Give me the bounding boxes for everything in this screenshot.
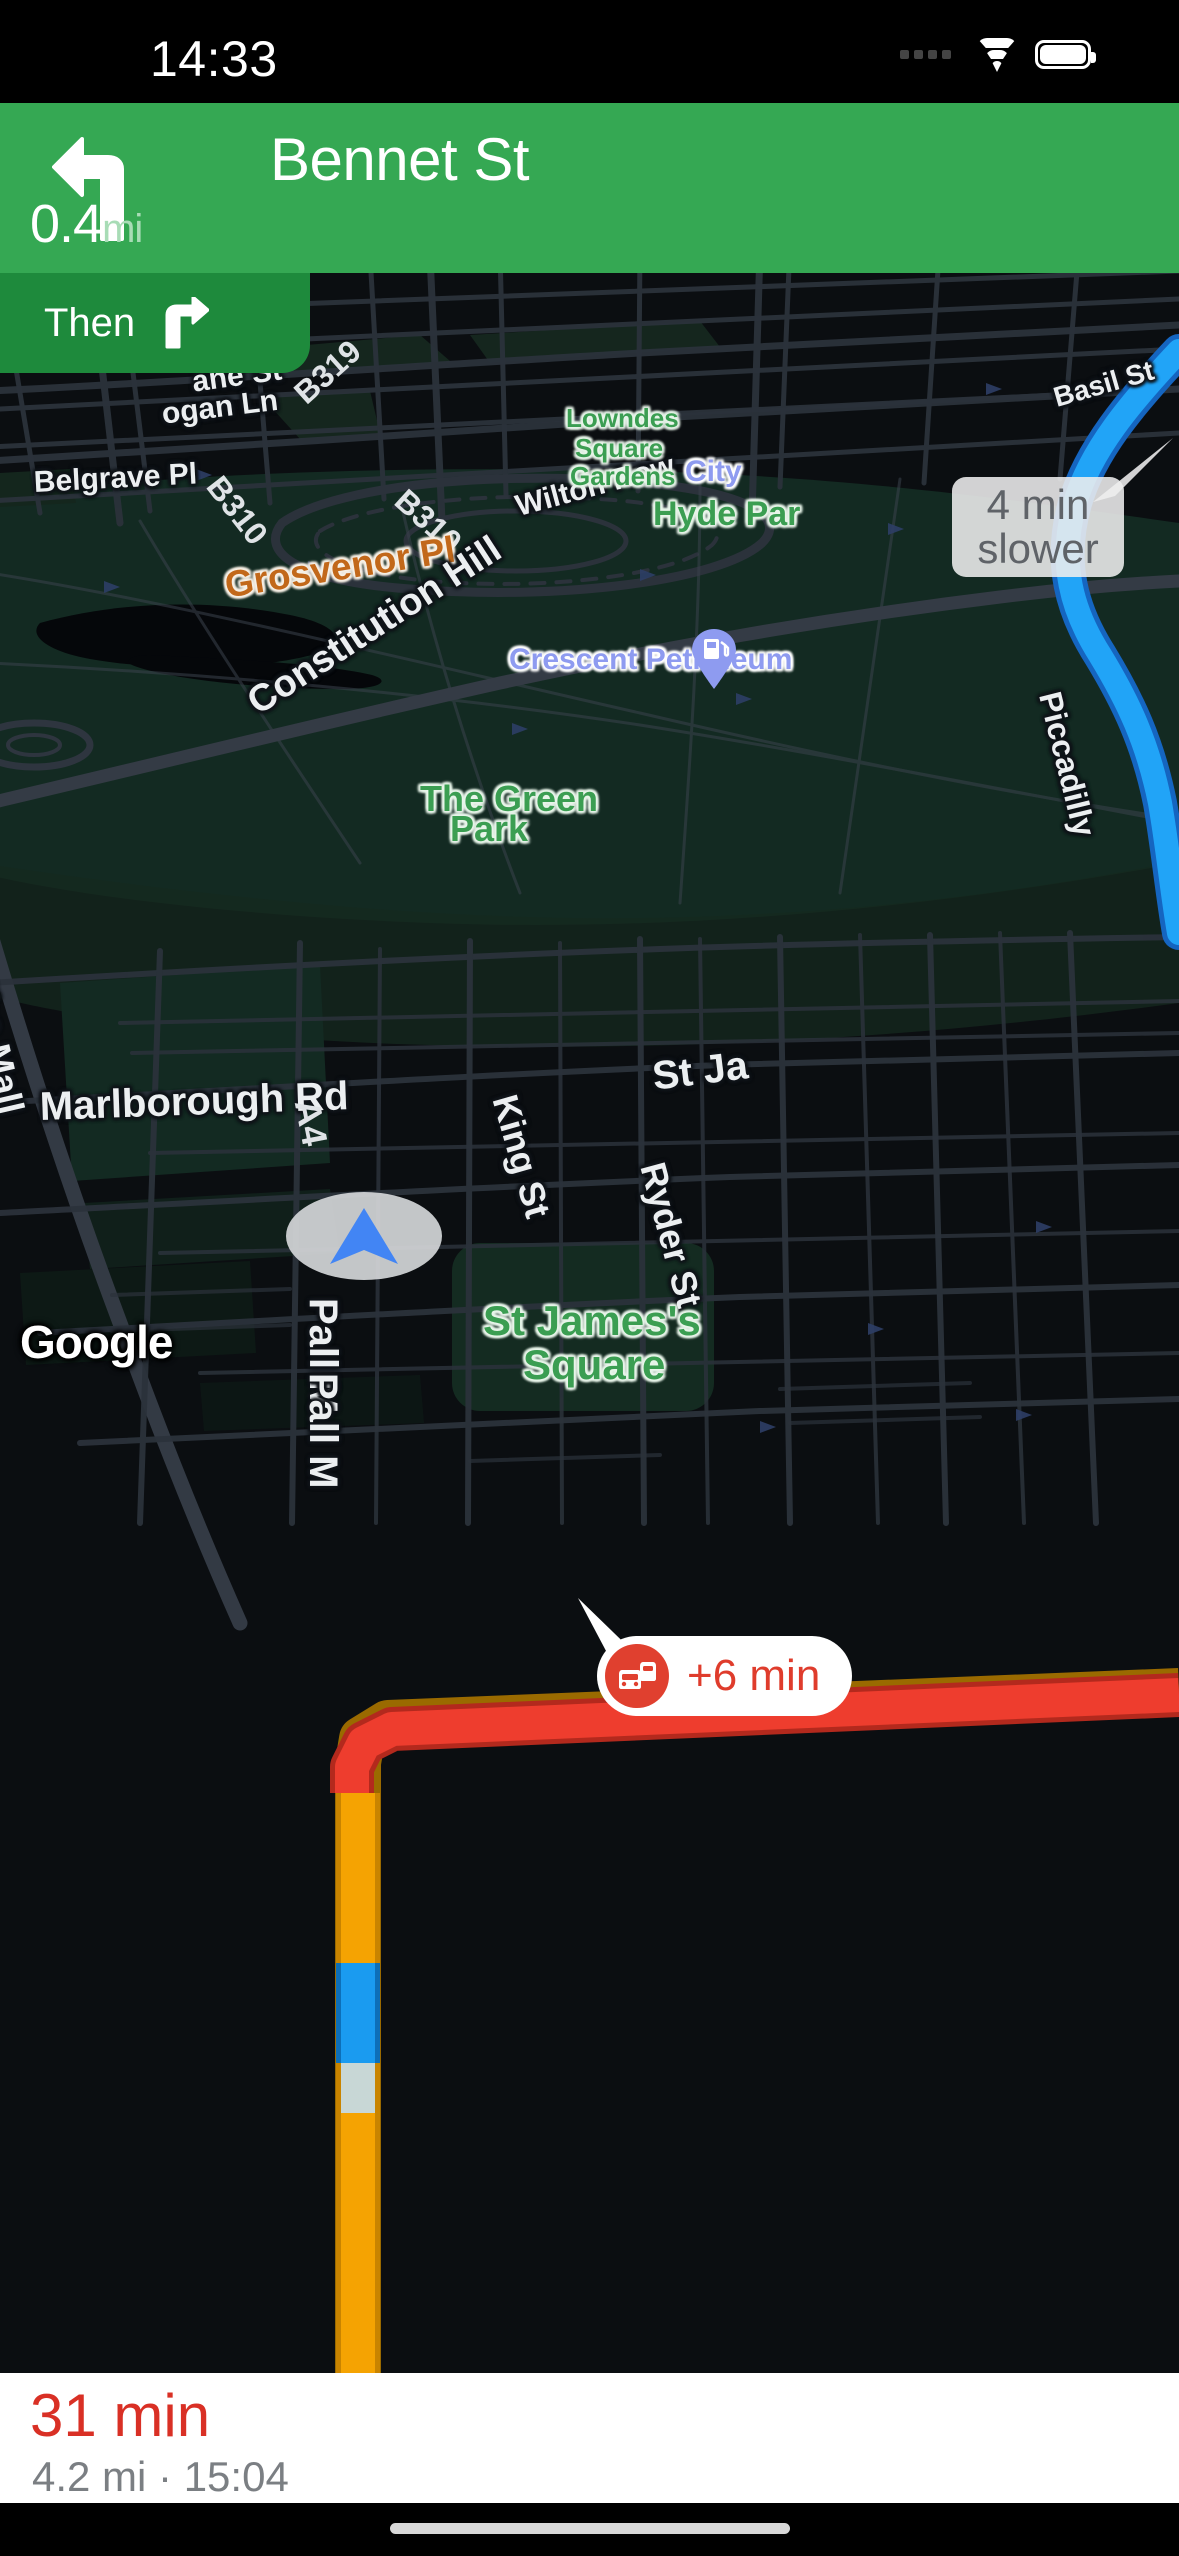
eta-duration: 31 min <box>30 2381 210 2450</box>
home-indicator[interactable] <box>389 2523 790 2534</box>
status-bar-indicators <box>900 38 1096 72</box>
slower-label: slower <box>977 525 1099 572</box>
distance-unit: mi <box>102 207 143 251</box>
status-bar-clock: 14:33 <box>150 31 278 87</box>
distance-to-maneuver: 0.4mi <box>30 193 143 255</box>
maneuver-street-name: Bennet St <box>270 126 530 193</box>
traffic-delay-label: +6 min <box>687 1651 821 1700</box>
eta-value: 31 <box>30 2382 97 2449</box>
status-bar: 14:33 <box>0 0 1179 103</box>
phone-screen: 14:33 ane St ogan Ln B319 B310 B310 Belg… <box>0 0 1179 2556</box>
then-label: Then <box>44 300 136 345</box>
slower-minutes: 4 min <box>986 481 1090 529</box>
map-canvas[interactable]: ane St ogan Ln B319 B310 B310 Belgrave Pl Wilt… <box>0 103 1179 2373</box>
trip-summary-sheet[interactable]: 31 min 4.2 mi · 15:04 <box>0 2373 1179 2503</box>
navigation-banner[interactable]: 0.4mi Bennet St <box>0 103 1179 273</box>
alternate-route-callout[interactable]: 4 min slower <box>952 477 1124 577</box>
traffic-jam-icon <box>605 1644 669 1708</box>
eta-unit: min <box>113 2382 211 2449</box>
google-attribution: Google <box>20 1316 173 1368</box>
turn-right-icon <box>165 297 210 349</box>
battery-icon <box>1035 39 1096 69</box>
wifi-icon <box>976 38 1018 72</box>
cellular-dots-icon <box>900 49 951 59</box>
traffic-delay-callout[interactable]: +6 min <box>597 1636 853 1716</box>
trip-distance-arrival: 4.2 mi · 15:04 <box>32 2453 289 2500</box>
then-maneuver-bar[interactable]: Then <box>0 273 310 373</box>
gas-station-pin-icon[interactable] <box>690 628 738 690</box>
map-vector-layer <box>0 103 1179 2373</box>
distance-value: 0.4 <box>30 194 103 254</box>
